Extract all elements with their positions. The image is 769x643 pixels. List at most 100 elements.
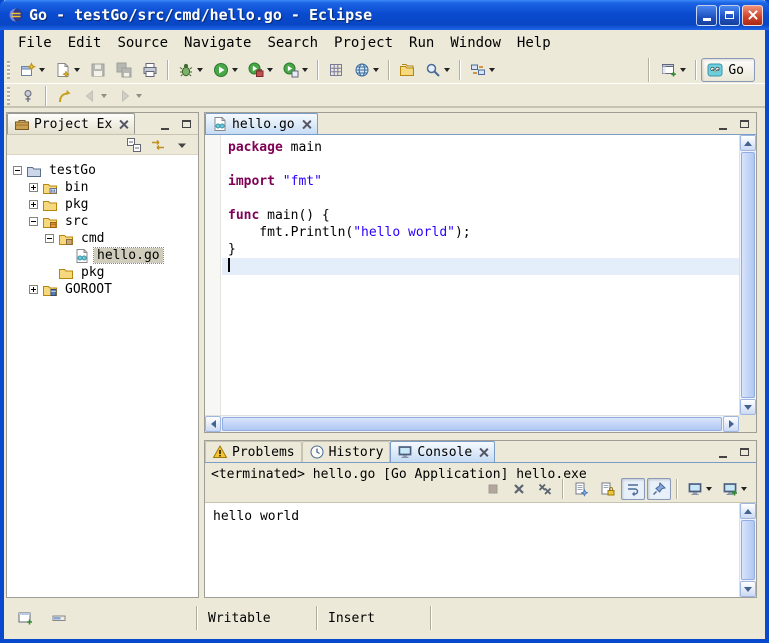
maximize-view-button[interactable] [177, 116, 195, 132]
menu-edit[interactable]: Edit [60, 33, 110, 53]
scroll-lock-button[interactable] [595, 478, 619, 500]
menu-project[interactable]: Project [326, 33, 401, 53]
scroll-up-button[interactable] [740, 135, 756, 151]
editor-horizontal-scrollbar[interactable] [205, 415, 739, 432]
editor-vertical-scrollbar[interactable] [739, 135, 756, 415]
minimize-button[interactable] [696, 5, 717, 26]
save-all-button[interactable] [112, 59, 136, 81]
run-history-button[interactable] [279, 59, 312, 81]
maximize-button[interactable] [719, 5, 740, 26]
fast-view-button[interactable] [13, 607, 37, 629]
tree-item-goroot[interactable]: GOROOT [7, 281, 198, 298]
run-button[interactable] [209, 59, 242, 81]
console-output[interactable]: hello world [205, 503, 756, 597]
project-explorer-tab[interactable]: Project Ex [7, 113, 135, 134]
scroll-down-button[interactable] [740, 581, 756, 597]
tree-expander-icon[interactable] [29, 200, 38, 209]
new-wizard-button[interactable] [16, 59, 49, 81]
remove-launch-button[interactable] [507, 478, 531, 500]
tree-item-hello-go[interactable]: hello.go [7, 247, 198, 264]
terminate-button[interactable] [481, 478, 505, 500]
open-browser-button[interactable] [350, 59, 383, 81]
go-perspective-button[interactable]: Go [701, 58, 755, 82]
menu-search[interactable]: Search [259, 33, 326, 53]
view-menu-button[interactable] [171, 136, 193, 154]
menu-source[interactable]: Source [109, 33, 176, 53]
minimize-view-button[interactable] [156, 116, 174, 132]
link-with-editor-button[interactable] [147, 136, 169, 154]
run-history-dropdown-icon[interactable] [302, 68, 308, 72]
menu-window[interactable]: Window [442, 33, 509, 53]
scroll-left-button[interactable] [205, 416, 221, 432]
tree-item-bin[interactable]: bin [7, 179, 198, 196]
menu-file[interactable]: File [10, 33, 60, 53]
tree-item-testgo[interactable]: testGo [7, 162, 198, 179]
scrollbar-thumb[interactable] [222, 417, 722, 431]
open-perspective-dropdown-icon[interactable] [680, 68, 686, 72]
clear-console-button[interactable] [569, 478, 593, 500]
scroll-right-button[interactable] [723, 416, 739, 432]
last-edit-location-button[interactable] [52, 85, 76, 107]
maximize-console-button[interactable] [735, 444, 753, 460]
scrollbar-thumb[interactable] [741, 152, 755, 398]
forward-button[interactable] [113, 85, 146, 107]
new-go-element-button[interactable] [51, 59, 84, 81]
tree-item-cmd[interactable]: cmd [7, 230, 198, 247]
progress-button[interactable] [47, 607, 71, 629]
tree-item-src[interactable]: src [7, 213, 198, 230]
toolbar-grip[interactable] [7, 61, 10, 79]
save-button[interactable] [86, 59, 110, 81]
code-editor[interactable]: package mainimport "fmt"func main() { fm… [222, 135, 739, 415]
maximize-editor-button[interactable] [735, 116, 753, 132]
pin-console-button[interactable] [647, 478, 671, 500]
debug-button[interactable] [174, 59, 207, 81]
open-browser-dropdown-icon[interactable] [373, 68, 379, 72]
scrollbar-thumb[interactable] [741, 520, 755, 580]
run-dropdown-icon[interactable] [232, 68, 238, 72]
new-go-project-button[interactable] [324, 59, 348, 81]
display-selected-console-dropdown-icon[interactable] [706, 487, 712, 491]
menu-navigate[interactable]: Navigate [176, 33, 259, 53]
open-console-dropdown-icon[interactable] [741, 487, 747, 491]
annotation-ruler[interactable] [205, 135, 221, 415]
search-button[interactable] [421, 59, 454, 81]
tab-console[interactable]: Console [390, 441, 495, 462]
search-dropdown-icon[interactable] [444, 68, 450, 72]
collapse-all-button[interactable] [123, 136, 145, 154]
title-bar[interactable]: Go - testGo/src/cmd/hello.go - Eclipse [0, 0, 769, 30]
close-button[interactable] [742, 5, 763, 26]
back-button[interactable] [78, 85, 111, 107]
forward-dropdown-icon[interactable] [136, 94, 142, 98]
print-button[interactable] [138, 59, 162, 81]
open-perspective-button[interactable] [657, 59, 690, 81]
menu-run[interactable]: Run [401, 33, 442, 53]
minimize-console-button[interactable] [714, 444, 732, 460]
word-wrap-button[interactable] [621, 478, 645, 500]
editor-tab-hello-go[interactable]: hello.go [205, 113, 318, 134]
pin-editor-button[interactable] [16, 85, 40, 107]
open-resource-button[interactable] [395, 59, 419, 81]
console-vertical-scrollbar[interactable] [739, 503, 756, 597]
close-view-icon[interactable] [479, 448, 488, 457]
team-synchronize-dropdown-icon[interactable] [489, 68, 495, 72]
tree-item-pkg[interactable]: pkg [7, 264, 198, 281]
new-go-element-dropdown-icon[interactable] [74, 68, 80, 72]
tab-history[interactable]: History [302, 441, 391, 462]
open-console-button[interactable] [718, 478, 751, 500]
debug-dropdown-icon[interactable] [197, 68, 203, 72]
tree-expander-icon[interactable] [29, 183, 38, 192]
menu-help[interactable]: Help [509, 33, 559, 53]
minimize-editor-button[interactable] [714, 116, 732, 132]
new-wizard-dropdown-icon[interactable] [39, 68, 45, 72]
scroll-up-button[interactable] [740, 503, 756, 519]
back-dropdown-icon[interactable] [101, 94, 107, 98]
tree-expander-icon[interactable] [29, 217, 38, 226]
external-tools-dropdown-icon[interactable] [267, 68, 273, 72]
external-tools-button[interactable] [244, 59, 277, 81]
remove-all-launches-button[interactable] [533, 478, 557, 500]
toolbar-grip[interactable] [7, 87, 10, 105]
tree-expander-icon[interactable] [13, 166, 22, 175]
scroll-down-button[interactable] [740, 399, 756, 415]
close-editor-icon[interactable] [302, 120, 311, 129]
team-synchronize-button[interactable] [466, 59, 499, 81]
